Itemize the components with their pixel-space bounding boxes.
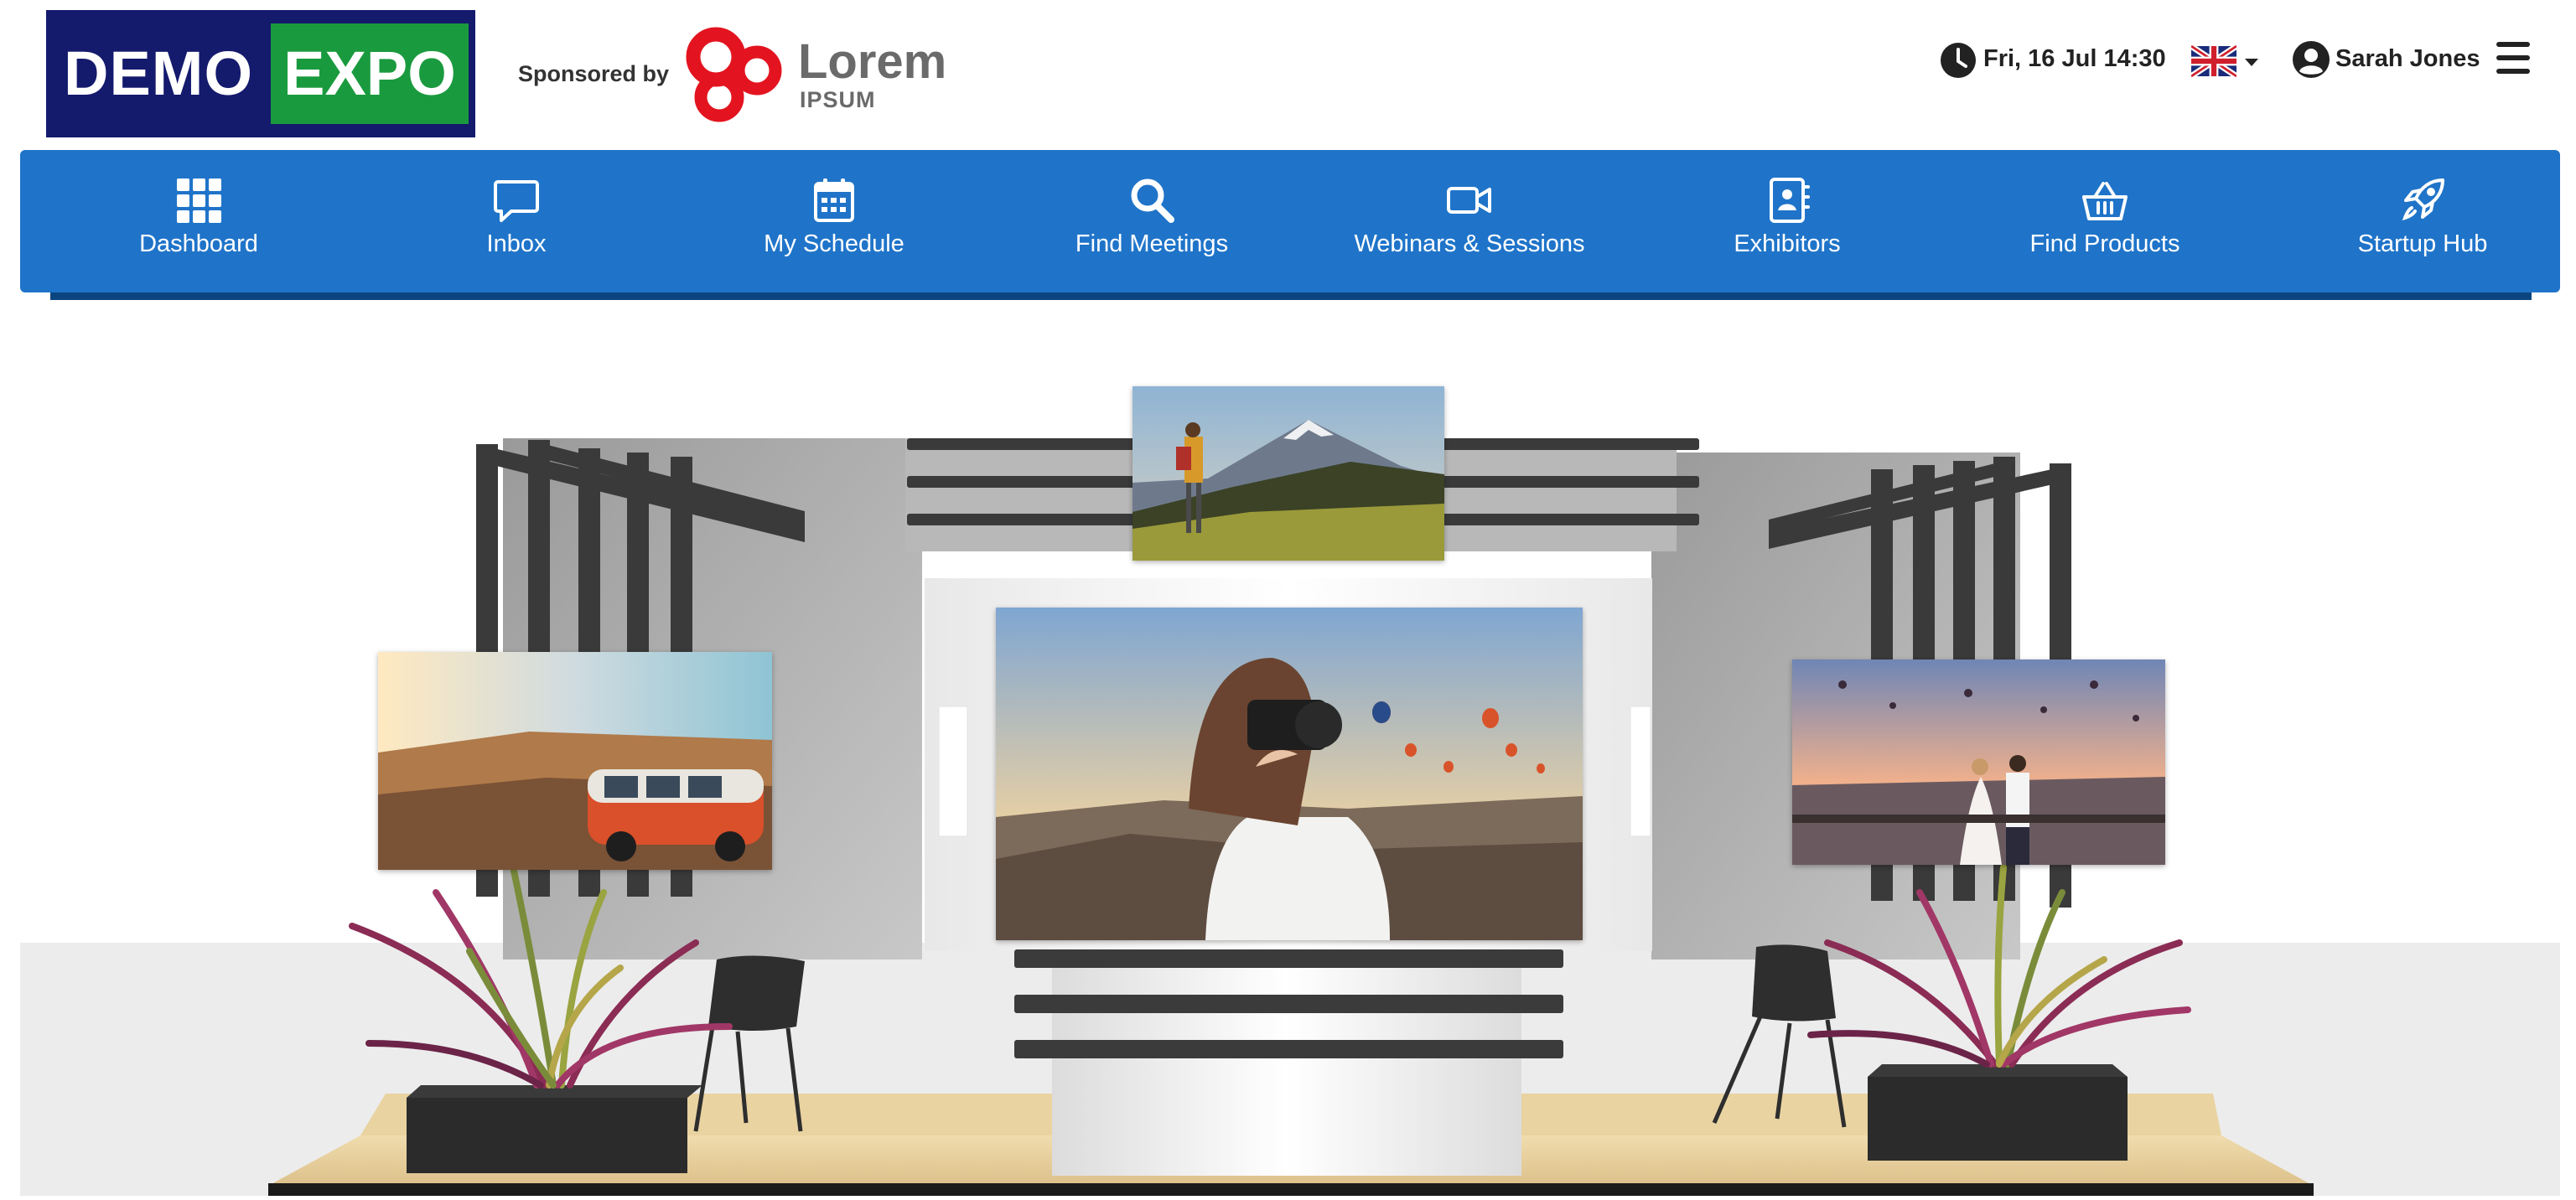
couple-photo-icon [1792, 659, 2165, 865]
hiker-photo-icon [1133, 386, 1444, 561]
video-camera-icon [1447, 187, 1491, 214]
nav-label-dashboard: Dashboard [139, 230, 258, 257]
top-header: DEMO EXPO Sponsored by Lorem IPSUM Fri, … [0, 0, 2576, 151]
user-name[interactable]: Sarah Jones [2335, 45, 2480, 73]
search-icon [1131, 178, 1174, 223]
chevron-down-icon [2245, 59, 2258, 66]
nav-item-webinars-sessions[interactable]: Webinars & Sessions [1310, 150, 1629, 292]
top-screen-image[interactable] [1133, 386, 1444, 561]
calendar-icon [814, 178, 854, 222]
main-screen-image[interactable] [996, 608, 1583, 940]
van-photo-icon [378, 652, 772, 870]
nav-item-startup-hub[interactable]: Startup Hub [2263, 150, 2576, 292]
nav-label-startup-hub: Startup Hub [2357, 230, 2488, 257]
photographer-photo-icon [996, 608, 1583, 940]
sponsor-subname: IPSUM [800, 87, 876, 112]
nav-item-find-meetings[interactable]: Find Meetings [993, 150, 1311, 292]
logo-word-demo: DEMO [64, 39, 253, 108]
rocket-icon [2402, 178, 2444, 221]
clock-icon [1941, 43, 1976, 78]
contact-book-icon [1770, 178, 1810, 223]
uk-flag-icon [2191, 45, 2237, 77]
nav-item-exhibitors[interactable]: Exhibitors [1628, 150, 1946, 292]
right-screen-image[interactable] [1792, 659, 2165, 865]
grid-icon [177, 178, 221, 223]
sponsor-logo-icon[interactable] [686, 23, 786, 124]
nav-label-find-meetings: Find Meetings [1075, 230, 1229, 257]
language-selector[interactable] [2191, 45, 2262, 79]
left-screen-image[interactable] [378, 652, 772, 870]
virtual-booth-scene [0, 306, 2576, 1196]
nav-label-inbox: Inbox [486, 230, 547, 257]
nav-item-inbox[interactable]: Inbox [357, 150, 676, 292]
nav-label-find-products: Find Products [2029, 230, 2180, 257]
demo-expo-logo[interactable]: DEMO EXPO [46, 10, 475, 137]
basket-icon [2082, 182, 2128, 220]
user-circle-icon[interactable] [2292, 40, 2330, 79]
nav-label-my-schedule: My Schedule [764, 230, 904, 257]
nav-item-my-schedule[interactable]: My Schedule [675, 150, 993, 292]
current-datetime: Fri, 16 Jul 14:30 [1983, 45, 2166, 72]
nav-label-exhibitors: Exhibitors [1734, 230, 1841, 257]
sponsor-name: Lorem [798, 34, 947, 89]
hamburger-menu-icon[interactable] [2496, 42, 2530, 74]
chat-bubble-icon [494, 180, 539, 222]
main-nav-bar: Dashboard Inbox My Schedule Find Meeting… [20, 150, 2560, 292]
nav-item-find-products[interactable]: Find Products [1946, 150, 2264, 292]
sponsored-by-label: Sponsored by [518, 61, 670, 86]
nav-item-dashboard[interactable]: Dashboard [39, 150, 358, 292]
nav-label-webinars-sessions: Webinars & Sessions [1354, 230, 1585, 257]
logo-word-expo: EXPO [271, 23, 469, 124]
